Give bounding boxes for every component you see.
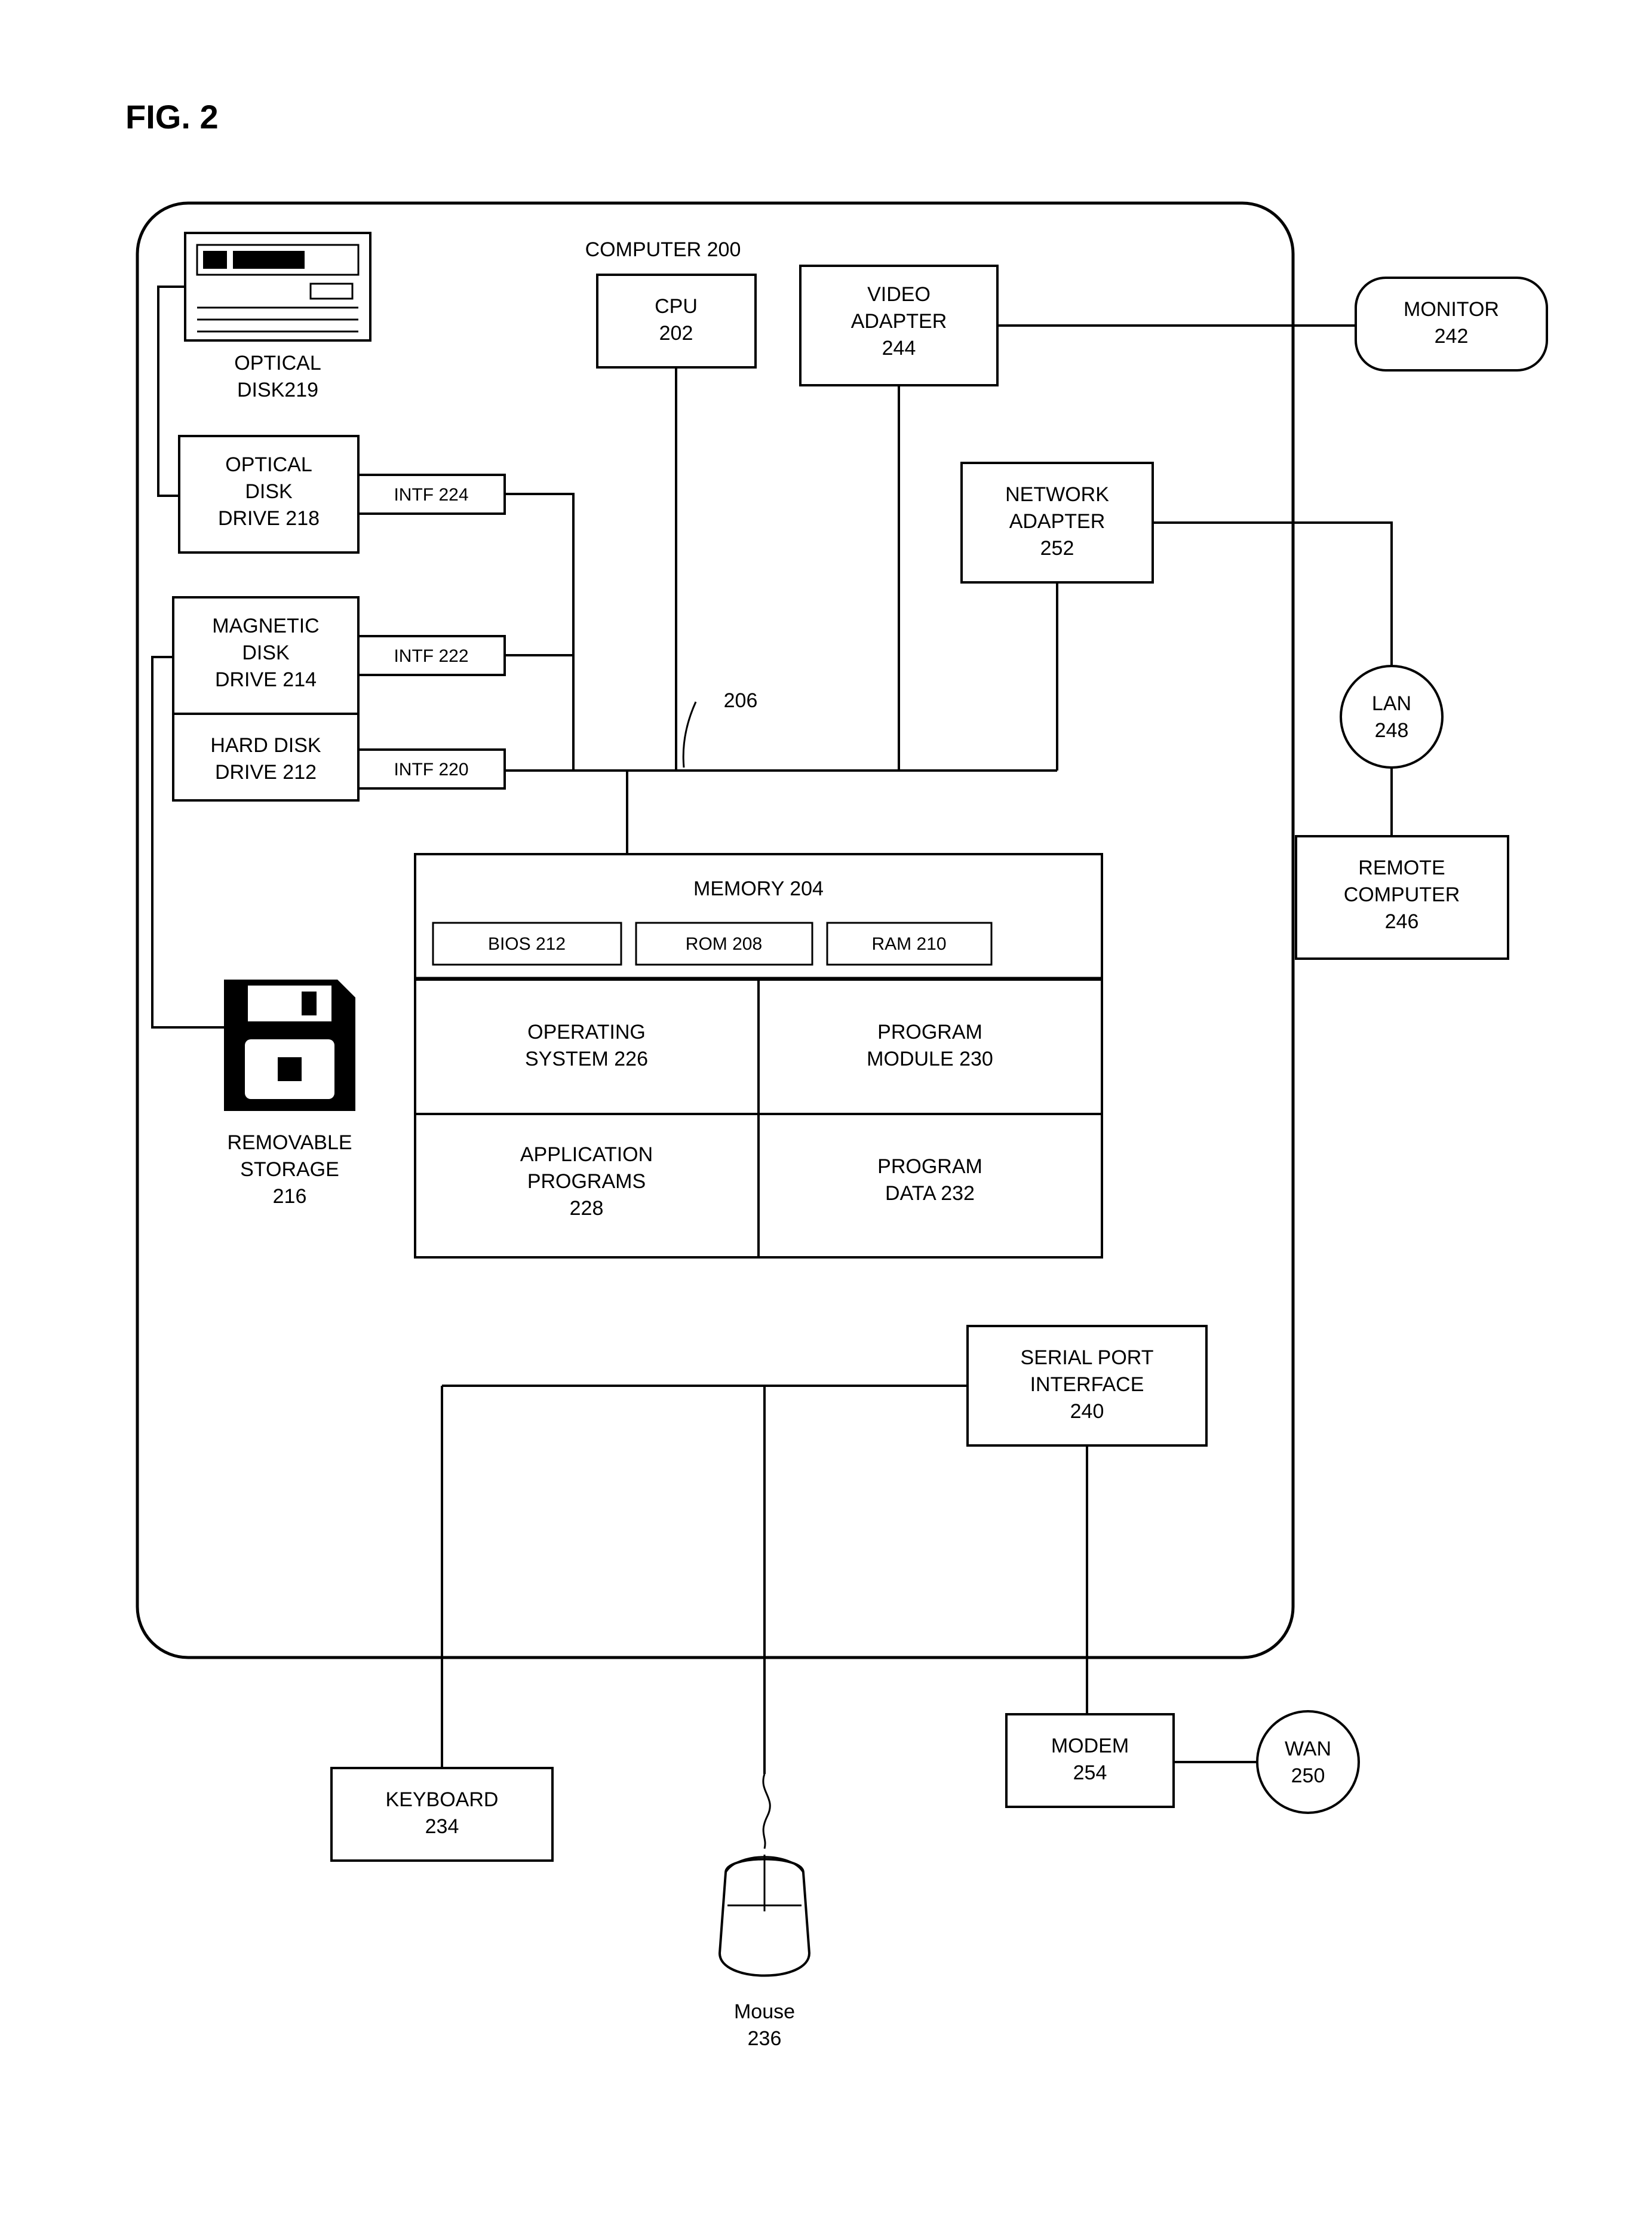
ram-label: RAM 210 (871, 934, 946, 954)
modem-block (1006, 1714, 1174, 1807)
intf224-label: INTF 224 (394, 485, 468, 505)
bios-label: BIOS 212 (488, 934, 566, 954)
floppy-icon (224, 980, 355, 1111)
cpu-block (597, 275, 756, 367)
monitor-block (1356, 278, 1547, 370)
intf222-label: INTF 222 (394, 646, 468, 666)
os-block (415, 980, 759, 1114)
figure-label: FIG. 2 (125, 98, 219, 136)
memory-title: MEMORY 204 (693, 877, 824, 900)
rom-label: ROM 208 (686, 934, 762, 954)
bus-ref-label: 206 (724, 689, 758, 712)
intf220-label: INTF 220 (394, 760, 468, 779)
network-to-lan (1153, 523, 1392, 666)
hard-drive-block (173, 714, 358, 800)
keyboard-block (331, 1768, 552, 1861)
optical-disk-label: OPTICALDISK219 (234, 352, 321, 401)
optical-disk-drive-icon (185, 233, 370, 340)
removable-storage-label: REMOVABLESTORAGE216 (227, 1131, 352, 1208)
prog-module-block (759, 980, 1102, 1114)
lan-block (1341, 666, 1442, 768)
bus-ref-pointer (683, 702, 696, 768)
computer-title: COMPUTER 200 (585, 238, 741, 261)
intf224-bus (505, 494, 573, 771)
mouse-label: Mouse236 (734, 2000, 795, 2050)
mouse-icon (720, 1774, 809, 1976)
wan-block (1257, 1711, 1359, 1813)
